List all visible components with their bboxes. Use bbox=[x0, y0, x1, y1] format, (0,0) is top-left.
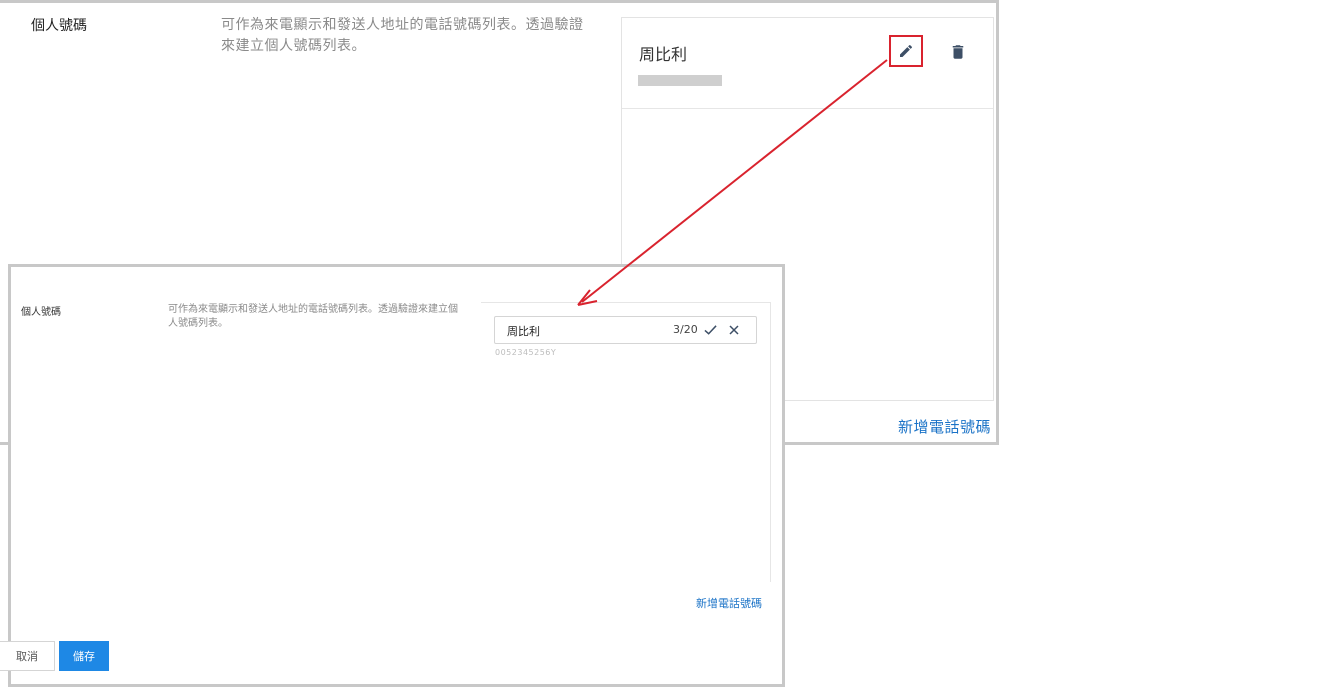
section-description: 可作為來電顯示和發送人地址的電話號碼列表。透過驗證來建立個人號碼列表。 bbox=[221, 17, 584, 54]
phone-card-editing: 周比利 3/20 0052345256Y bbox=[481, 302, 771, 582]
phone-number: 0052345256Y bbox=[495, 348, 557, 357]
phone-card-header: 周比利 bbox=[622, 18, 993, 109]
close-icon[interactable] bbox=[729, 325, 739, 335]
add-phone-link[interactable]: 新增電話號碼 bbox=[696, 595, 762, 611]
save-button[interactable]: 儲存 bbox=[59, 641, 109, 671]
cancel-button[interactable]: 取消 bbox=[0, 641, 55, 671]
contact-name: 周比利 bbox=[639, 45, 688, 64]
section-label: 個人號碼 bbox=[31, 18, 87, 34]
pencil-icon bbox=[900, 44, 913, 57]
check-icon[interactable] bbox=[704, 324, 717, 336]
char-counter: 3/20 bbox=[673, 323, 698, 336]
section-description: 可作為來電顯示和發送人地址的電話號碼列表。透過驗證來建立個人號碼列表。 bbox=[168, 304, 458, 329]
name-input-value[interactable]: 周比利 bbox=[507, 323, 540, 339]
bottom-screenshot-panel: 個人號碼 可作為來電顯示和發送人地址的電話號碼列表。透過驗證來建立個人號碼列表。… bbox=[0, 264, 785, 687]
add-phone-link[interactable]: 新增電話號碼 bbox=[898, 416, 991, 437]
name-input[interactable]: 周比利 3/20 bbox=[494, 316, 757, 344]
masked-phone-number bbox=[638, 75, 722, 86]
section-label: 個人號碼 bbox=[21, 307, 61, 318]
trash-icon[interactable] bbox=[949, 42, 967, 62]
edit-button[interactable] bbox=[889, 35, 923, 67]
